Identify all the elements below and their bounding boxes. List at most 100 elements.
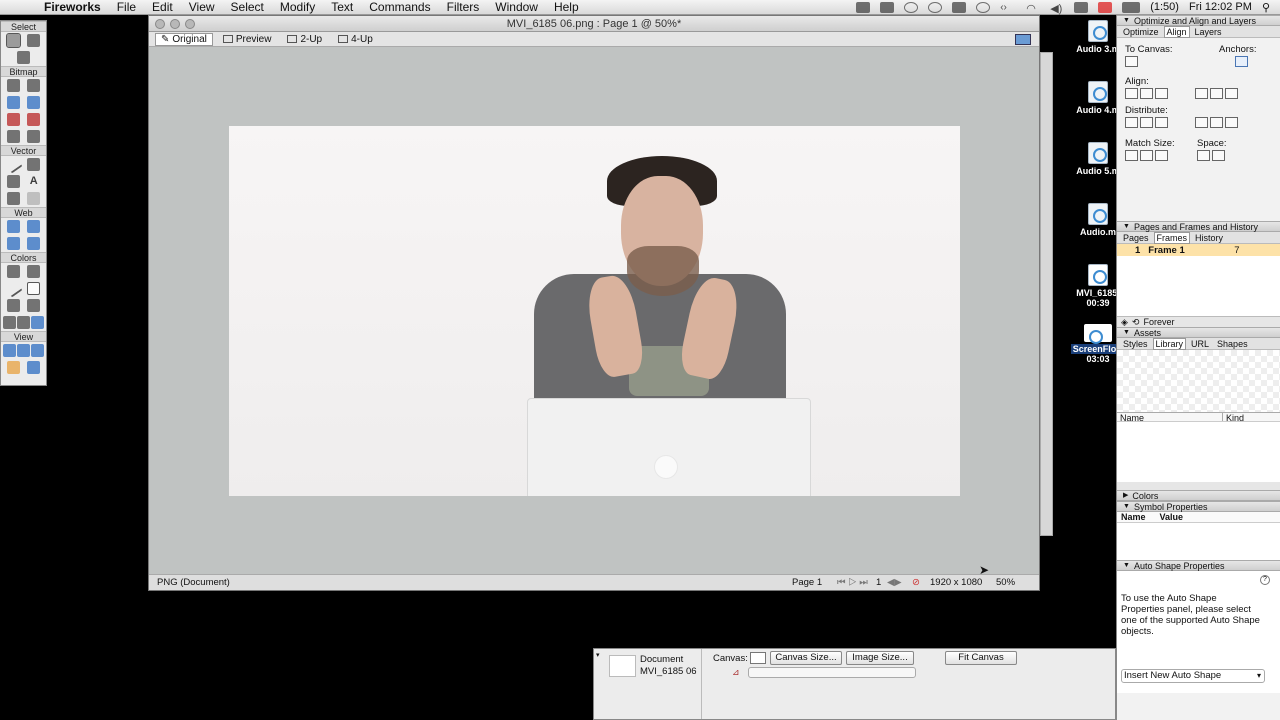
assets-panel-header[interactable]: ▼ Assets [1117,327,1280,338]
align-bottom-button[interactable] [1225,88,1238,99]
frame-nav-icons[interactable]: ◀▶ [887,575,902,591]
zoom-tool-icon[interactable] [27,361,41,374]
no-stroke-icon[interactable] [16,316,30,329]
space-vertical-button[interactable] [1212,150,1225,161]
hotspot-tool-icon[interactable] [6,220,20,233]
align-top-button[interactable] [1195,88,1208,99]
distribute-middle-button[interactable] [1210,117,1223,128]
inspector-collapse-icon[interactable]: ▾ [596,651,600,659]
space-horizontal-button[interactable] [1197,150,1210,161]
standard-screen-icon[interactable] [3,344,17,357]
stroke-color-icon[interactable] [4,279,23,298]
tab-layers[interactable]: Layers [1192,26,1225,38]
stroke-swatch-icon[interactable] [27,282,41,295]
sync-icon[interactable] [928,1,943,13]
menu-window[interactable]: Window [487,0,546,15]
document-titlebar[interactable]: MVI_6185 06.png : Page 1 @ 50%* [149,16,1039,32]
fit-canvas-button[interactable]: Fit Canvas [945,651,1017,665]
tab-url[interactable]: URL [1188,338,1212,350]
menu-help[interactable]: Help [546,0,587,15]
tab-4up[interactable]: 4-Up [332,33,379,46]
quick-export-icon[interactable] [1015,33,1031,45]
script-icon[interactable] [880,1,895,13]
canvas-color-swatch[interactable] [750,652,766,664]
align-panel-header[interactable]: ▼ Optimize and Align and Layers [1117,15,1280,26]
blur-tool-icon[interactable] [6,130,20,143]
menu-commands[interactable]: Commands [361,0,438,15]
minimize-icon[interactable] [170,19,180,29]
align-left-button[interactable] [1125,88,1138,99]
tab-original[interactable]: ✎ Original [155,32,213,46]
match-both-button[interactable] [1155,150,1168,161]
distribute-bottom-button[interactable] [1225,117,1238,128]
tab-frames[interactable]: Frames [1153,231,1191,244]
marquee-tool-icon[interactable] [6,79,20,92]
screen-record-icon[interactable] [856,1,871,13]
menu-filters[interactable]: Filters [439,0,488,15]
distribute-right-button[interactable] [1155,117,1168,128]
distribute-top-button[interactable] [1195,117,1208,128]
zoom-icon[interactable] [185,19,195,29]
clock[interactable]: Fri 12:02 PM [1189,1,1252,13]
align-center-button[interactable] [1140,88,1153,99]
autoshape-panel-header[interactable]: ▼ Auto Shape Properties [1117,560,1280,571]
rectangle-tool-icon[interactable] [6,175,20,188]
help-icon[interactable]: ? [1260,575,1270,585]
eyedropper-tool-icon[interactable] [6,265,20,278]
subselect-tool-icon[interactable] [27,34,41,47]
menu-text[interactable]: Text [323,0,361,15]
insert-autoshape-select[interactable]: Insert New Auto Shape ▾ [1121,669,1265,683]
menu-edit[interactable]: Edit [144,0,181,15]
lasso-tool-icon[interactable] [27,79,41,92]
menu-select[interactable]: Select [223,0,272,15]
pages-panel-header[interactable]: ▼ Pages and Frames and History [1117,221,1280,232]
distribute-center-button[interactable] [1140,117,1153,128]
pointer-tool-icon[interactable] [5,33,21,48]
library-col-kind[interactable]: Kind [1223,413,1244,423]
distribute-left-button[interactable] [1125,117,1138,128]
app-tray-icon[interactable] [952,1,967,13]
menu-app[interactable]: Fireworks [36,0,109,15]
menu-modify[interactable]: Modify [272,0,323,15]
fill-color-icon[interactable] [6,299,20,312]
code-icon[interactable]: ‹› [1000,2,1016,13]
to-canvas-button[interactable] [1125,56,1138,67]
spotlight-icon[interactable]: ⚲ [1262,1,1270,14]
rubber-stamp-icon[interactable] [27,130,41,143]
line-tool-icon[interactable] [4,155,23,174]
anchors-button[interactable] [1235,56,1248,67]
hide-slices-icon[interactable] [6,237,20,250]
zoom-level[interactable]: 50% [996,575,1015,591]
eraser-tool-icon[interactable] [27,113,41,126]
loop-setting[interactable]: Forever [1143,317,1174,327]
frame-controls[interactable]: ⏮ ▷ ⏭ [837,575,868,591]
crop-tool-icon[interactable] [17,51,30,64]
onion-skin-icon[interactable]: ◈ [1121,317,1128,328]
full-screen-icon[interactable] [30,344,44,357]
time-machine-icon[interactable] [904,1,919,13]
fill-swatch-icon[interactable] [27,299,41,312]
vertical-scrollbar[interactable] [1040,52,1053,536]
tab-optimize[interactable]: Optimize [1120,26,1162,38]
image-size-button[interactable]: Image Size... [846,651,914,665]
slice-tool-icon[interactable] [27,220,41,233]
freeform-tool-icon[interactable] [6,192,20,205]
knife-tool-icon[interactable] [27,192,41,205]
match-width-button[interactable] [1125,150,1138,161]
full-screen-menu-icon[interactable] [16,344,30,357]
tab-styles[interactable]: Styles [1120,338,1151,350]
canvas-image[interactable] [229,126,960,496]
volume-icon[interactable]: ◀) [1050,2,1064,15]
tab-library[interactable]: Library [1152,337,1187,350]
colors-panel-header[interactable]: ▶ Colors [1117,490,1280,501]
align-middle-button[interactable] [1210,88,1223,99]
wifi-icon[interactable]: ◠ [1026,2,1040,15]
menu-file[interactable]: File [109,0,144,15]
paint-bucket-icon[interactable] [27,265,41,278]
display-icon[interactable] [1074,1,1089,13]
battery-icon[interactable] [1122,1,1141,13]
align-right-button[interactable] [1155,88,1168,99]
symbol-panel-header[interactable]: ▼ Symbol Properties [1117,501,1280,512]
loop-icon[interactable]: ⟲ [1132,317,1140,328]
page-selector[interactable]: Page 1 [792,575,822,591]
